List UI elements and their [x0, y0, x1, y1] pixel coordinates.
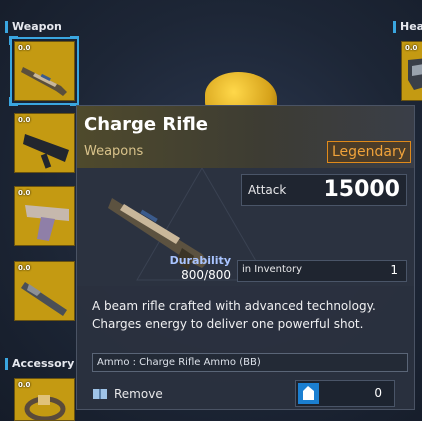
section-label-head: Head: [400, 20, 422, 33]
inventory-value: 1: [390, 263, 398, 277]
helmet-icon: [408, 58, 422, 90]
tooltip-header: Charge Rifle Weapons Legendary: [77, 106, 414, 168]
description-line: Charges energy to deliver one powerful s…: [92, 317, 364, 331]
item-title: Charge Rifle: [84, 114, 208, 135]
shotgun-icon: [21, 282, 67, 316]
inventory-stat-box: in Inventory 1: [237, 260, 407, 282]
weapon-slot-1[interactable]: 0.0: [10, 37, 79, 105]
remove-label: Remove: [114, 387, 163, 401]
pistol-icon: [25, 205, 69, 241]
weapon-slot-3[interactable]: 0.0: [14, 186, 75, 246]
ring-icon: [24, 395, 66, 420]
quantity-value: 0: [374, 386, 382, 400]
item-description: A beam rifle crafted with advanced techn…: [92, 297, 407, 333]
weapon-slot-2[interactable]: 0.0: [14, 113, 75, 173]
inventory-label: in Inventory: [242, 264, 303, 275]
rarity-badge: Legendary: [326, 141, 411, 163]
section-header-weapon: Weapon: [5, 20, 62, 33]
book-icon: [93, 389, 107, 399]
selection-corner: [9, 97, 18, 106]
rifle-icon: [21, 67, 67, 96]
quantity-box[interactable]: 0: [295, 380, 395, 407]
section-header-accessory: Accessory: [5, 357, 74, 370]
section-label-accessory: Accessory: [12, 357, 75, 370]
attack-value: 15000: [323, 177, 400, 202]
section-header-head: Head: [393, 20, 422, 33]
item-category: Weapons: [84, 144, 144, 159]
accessory-slot-1[interactable]: 0.0: [14, 378, 75, 421]
selection-corner: [9, 36, 18, 45]
description-line: A beam rifle crafted with advanced techn…: [92, 299, 376, 313]
item-tooltip: Charge Rifle Weapons Legendary Attack 15…: [76, 105, 415, 410]
durability-label: Durability: [169, 254, 231, 267]
bag-icon: [298, 383, 319, 404]
head-slot-1[interactable]: 0.0: [401, 41, 422, 101]
selection-corner: [70, 36, 79, 45]
ammo-info: Ammo : Charge Rifle Ammo (BB): [92, 353, 408, 372]
attack-label: Attack: [248, 183, 287, 197]
attack-stat-box: Attack 15000: [241, 174, 407, 206]
weapon-slot-4[interactable]: 0.0: [14, 261, 75, 321]
durability-value: 800/800: [181, 268, 231, 282]
remove-button[interactable]: Remove: [92, 383, 163, 405]
launcher-icon: [23, 134, 69, 169]
section-label-weapon: Weapon: [12, 20, 62, 33]
